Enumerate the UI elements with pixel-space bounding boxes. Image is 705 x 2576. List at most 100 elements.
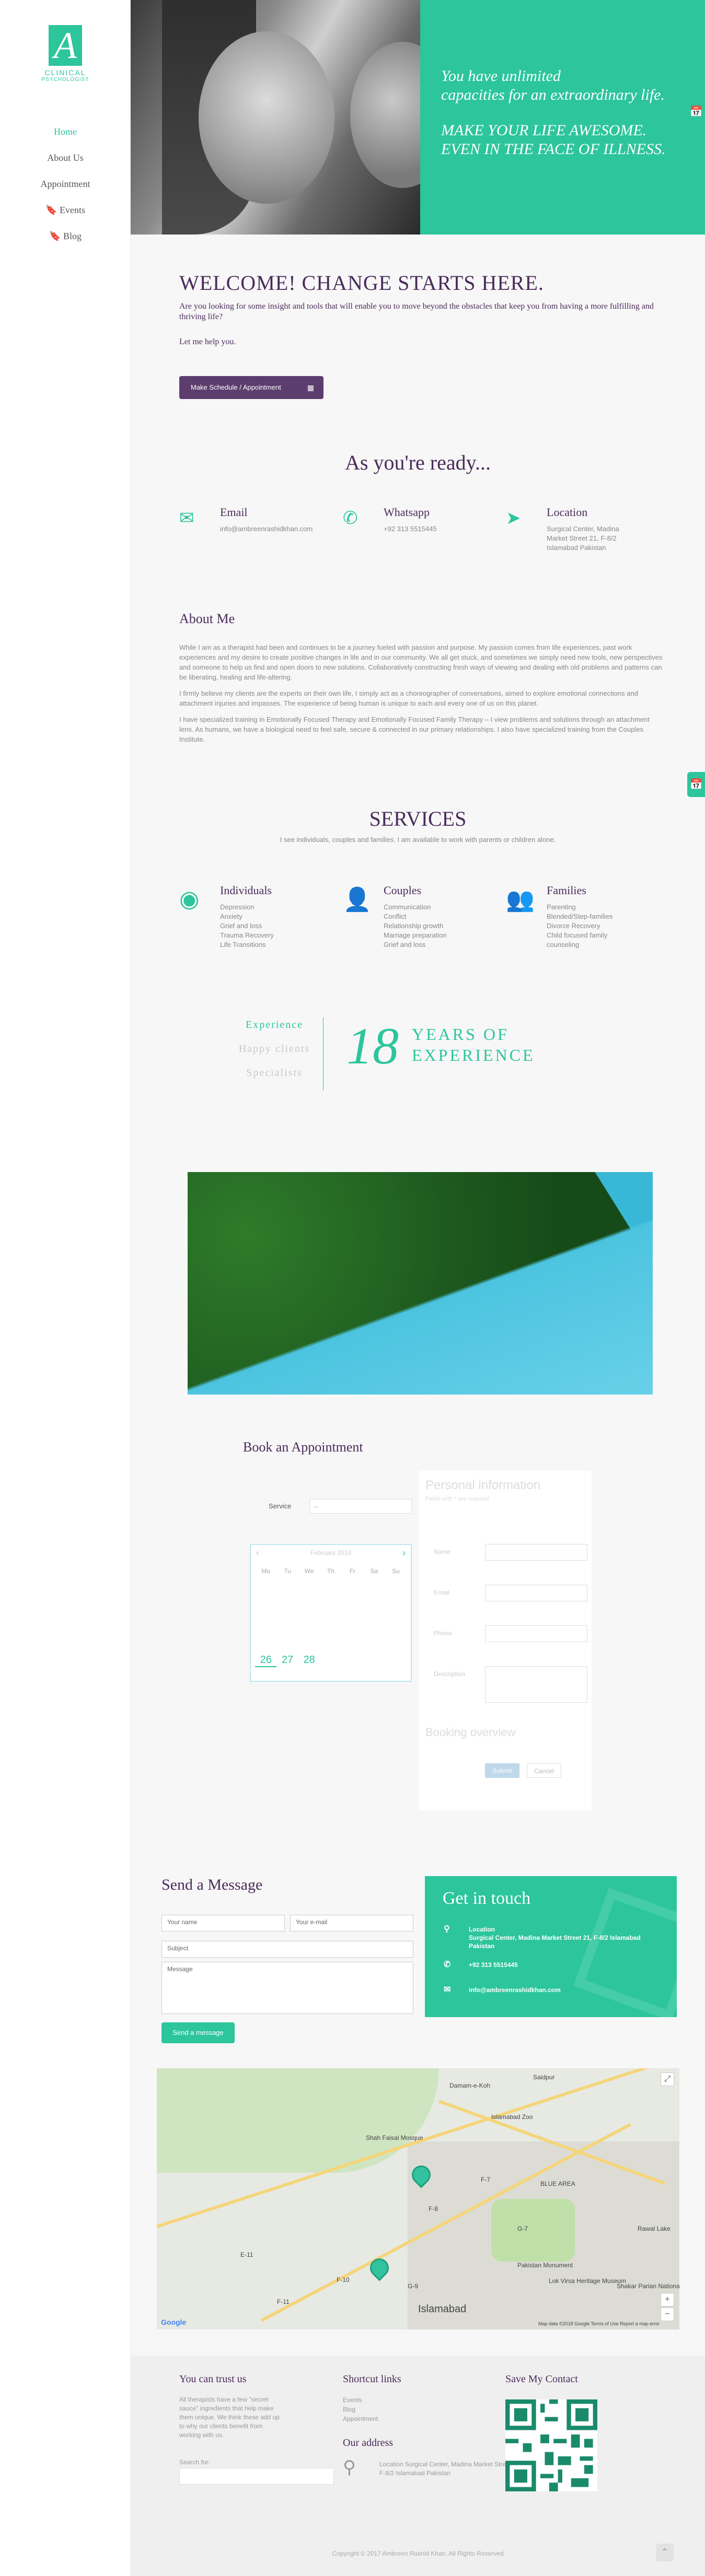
hero: You have unlimited capacities for an ext… bbox=[131, 0, 705, 235]
calendar-day[interactable]: 27 bbox=[276, 1653, 298, 1667]
service-select[interactable]: -- bbox=[309, 1499, 412, 1514]
footer-link-events[interactable]: Events bbox=[343, 2395, 378, 2405]
nav-events[interactable]: 🔖 Events bbox=[0, 203, 131, 229]
contact-title: Save My Contact bbox=[505, 2373, 578, 2385]
services-title: SERVICES bbox=[369, 807, 467, 830]
name-input[interactable]: Your name bbox=[161, 1915, 285, 1931]
experience-label: YEARS OF EXPERIENCE bbox=[412, 1025, 535, 1064]
calendar-day[interactable]: 28 bbox=[298, 1653, 320, 1667]
copyright: Copyright © 2017 Ambreen Rashid Khan. Al… bbox=[332, 2550, 504, 2557]
google-map[interactable]: Saidpur Damam-e-Koh Islamabad Zoo Shah F… bbox=[157, 2068, 679, 2329]
welcome-text: Are you looking for some insight and too… bbox=[179, 302, 654, 321]
nav-about[interactable]: About Us bbox=[0, 150, 131, 177]
search-input[interactable] bbox=[179, 2468, 334, 2485]
nav-home[interactable]: Home bbox=[0, 124, 131, 150]
hero-tagline: You have unlimited capacities for an ext… bbox=[441, 67, 665, 103]
experience-number: 18 bbox=[346, 1017, 399, 1075]
welcome-section: WELCOME! CHANGE STARTS HERE. Are you loo… bbox=[179, 271, 665, 347]
welcome-help: Let me help you. bbox=[179, 337, 236, 346]
chevron-left-icon[interactable]: ‹ bbox=[256, 1545, 259, 1561]
get-in-touch-title: Get in touch bbox=[443, 1889, 531, 1908]
google-logo: Google bbox=[161, 2318, 187, 2326]
phone-icon: ✆ bbox=[444, 1960, 451, 1969]
message-input[interactable]: Message bbox=[161, 1962, 413, 2014]
search-label: Search for: bbox=[179, 2458, 210, 2466]
footer: You can trust us All therapists have a f… bbox=[131, 2356, 705, 2576]
about-paragraph: I firmly believe my clients are the expe… bbox=[179, 689, 638, 707]
welcome-title: WELCOME! CHANGE STARTS HERE. bbox=[179, 271, 544, 295]
bookmark-icon: 🔖 bbox=[45, 205, 57, 215]
aerial-image bbox=[188, 1172, 653, 1395]
services-subtitle: I see individuals, couples and families.… bbox=[280, 836, 556, 844]
trust-title: You can trust us bbox=[179, 2373, 247, 2385]
experience-tabs: Experience Happy clients Specialists bbox=[235, 1017, 314, 1090]
address-text: Location Surgical Center, Madina Market … bbox=[379, 2461, 522, 2477]
submit-button[interactable]: Submit bbox=[485, 1763, 519, 1778]
map-pin-icon[interactable] bbox=[366, 2254, 393, 2281]
map-pin-icon: ⚲ bbox=[343, 2457, 356, 2477]
about-section: About Me While I am as a therapist had b… bbox=[179, 611, 665, 751]
hero-slogan: MAKE YOUR LIFE AWESOME. EVEN IN THE FACE… bbox=[441, 122, 666, 158]
hero-photo bbox=[131, 0, 420, 235]
appointment-tab-icon[interactable]: 📅 bbox=[687, 772, 705, 797]
booking-calendar[interactable]: ‹ February 2018 › Mo Tu We Th Fr Sa Su 26 27 2… bbox=[250, 1544, 412, 1682]
email-input[interactable]: Your e-mail bbox=[290, 1915, 413, 1931]
calendar-day[interactable]: 26 bbox=[255, 1653, 277, 1667]
sidebar: A CLINICAL PSYCHOLOGIST Home About Us Ap… bbox=[0, 0, 131, 2576]
cancel-button[interactable]: Cancel bbox=[527, 1763, 561, 1778]
subject-input[interactable]: Subject bbox=[161, 1941, 413, 1958]
phone-field[interactable] bbox=[485, 1625, 587, 1642]
location-icon: ➤ bbox=[506, 509, 521, 528]
fullscreen-icon[interactable]: ⤢ bbox=[661, 2072, 674, 2086]
description-field[interactable] bbox=[485, 1666, 587, 1703]
email-icon: ✉ bbox=[444, 1985, 451, 1994]
zoom-in-button[interactable]: + bbox=[661, 2293, 674, 2306]
logo-line2: PSYCHOLOGIST bbox=[41, 77, 89, 83]
get-in-touch-card: Get in touch ⚲ Location Surgical Center, … bbox=[425, 1876, 677, 2017]
ready-title: As you're ready... bbox=[345, 451, 491, 474]
send-message-button[interactable]: Send a message bbox=[161, 2022, 235, 2043]
footer-link-blog[interactable]: Blog bbox=[343, 2405, 378, 2414]
personal-info-panel: Personal information Fields with * are r… bbox=[419, 1471, 592, 1810]
logo-mark: A bbox=[49, 25, 82, 66]
tab-specialists[interactable]: Specialists bbox=[235, 1065, 314, 1090]
tab-happy-clients[interactable]: Happy clients bbox=[235, 1041, 314, 1065]
name-field[interactable] bbox=[485, 1544, 587, 1561]
logo-line1: CLINICAL bbox=[44, 68, 86, 77]
about-paragraph: While I am as a therapist had been and c… bbox=[179, 643, 663, 681]
couple-icon: 👤 bbox=[343, 887, 372, 912]
qr-code bbox=[505, 2399, 597, 2491]
footer-link-appointment[interactable]: Appointment bbox=[343, 2414, 378, 2423]
tab-experience[interactable]: Experience bbox=[235, 1017, 314, 1041]
map-attribution[interactable]: Map data ©2018 Google Terms of Use Repor… bbox=[538, 2321, 660, 2326]
schedule-button[interactable]: Make Schedule / Appointment ▦ bbox=[179, 376, 323, 399]
message-title: Send a Message bbox=[161, 1876, 263, 1893]
map-pin-icon: ⚲ bbox=[444, 1925, 450, 1934]
phone-icon: ✆ bbox=[343, 509, 358, 528]
nav-blog[interactable]: 🔖 Blog bbox=[0, 229, 131, 255]
booking-title: Book an Appointment bbox=[243, 1439, 363, 1455]
personal-info-title: Personal information bbox=[425, 1478, 541, 1492]
email-icon: ✉ bbox=[179, 509, 194, 528]
booking-overview-title: Booking overview bbox=[425, 1726, 516, 1739]
main-nav: Home About Us Appointment 🔖 Events 🔖 Blo… bbox=[0, 124, 131, 255]
chevron-up-icon[interactable]: ⌃ bbox=[656, 2544, 674, 2561]
service-label: Service bbox=[269, 1502, 292, 1510]
nav-appointment[interactable]: Appointment bbox=[0, 177, 131, 203]
hero-banner: You have unlimited capacities for an ext… bbox=[420, 0, 705, 235]
individual-icon: ◉ bbox=[179, 886, 200, 912]
zoom-out-button[interactable]: − bbox=[661, 2308, 674, 2321]
email-field[interactable] bbox=[485, 1585, 587, 1601]
about-paragraph: I have specialized training in Emotional… bbox=[179, 716, 650, 743]
required-note: Fields with * are required bbox=[425, 1496, 489, 1502]
calendar-icon: ▦ bbox=[307, 383, 314, 392]
chevron-right-icon[interactable]: › bbox=[402, 1545, 406, 1561]
shortcut-title: Shortcut links bbox=[343, 2373, 401, 2385]
appointment-tab-icon[interactable]: 📅 bbox=[687, 99, 705, 124]
calendar-grid: Mo Tu We Th Fr Sa Su 26 27 28 bbox=[251, 1561, 411, 1670]
shortcut-links: Events Blog Appointment bbox=[343, 2395, 378, 2423]
logo[interactable]: A CLINICAL PSYCHOLOGIST bbox=[39, 25, 91, 83]
trust-text: All therapists have a few "secret sauce"… bbox=[179, 2396, 280, 2439]
family-icon: 👥 bbox=[506, 887, 535, 912]
calendar-month: February 2018 bbox=[310, 1549, 352, 1556]
